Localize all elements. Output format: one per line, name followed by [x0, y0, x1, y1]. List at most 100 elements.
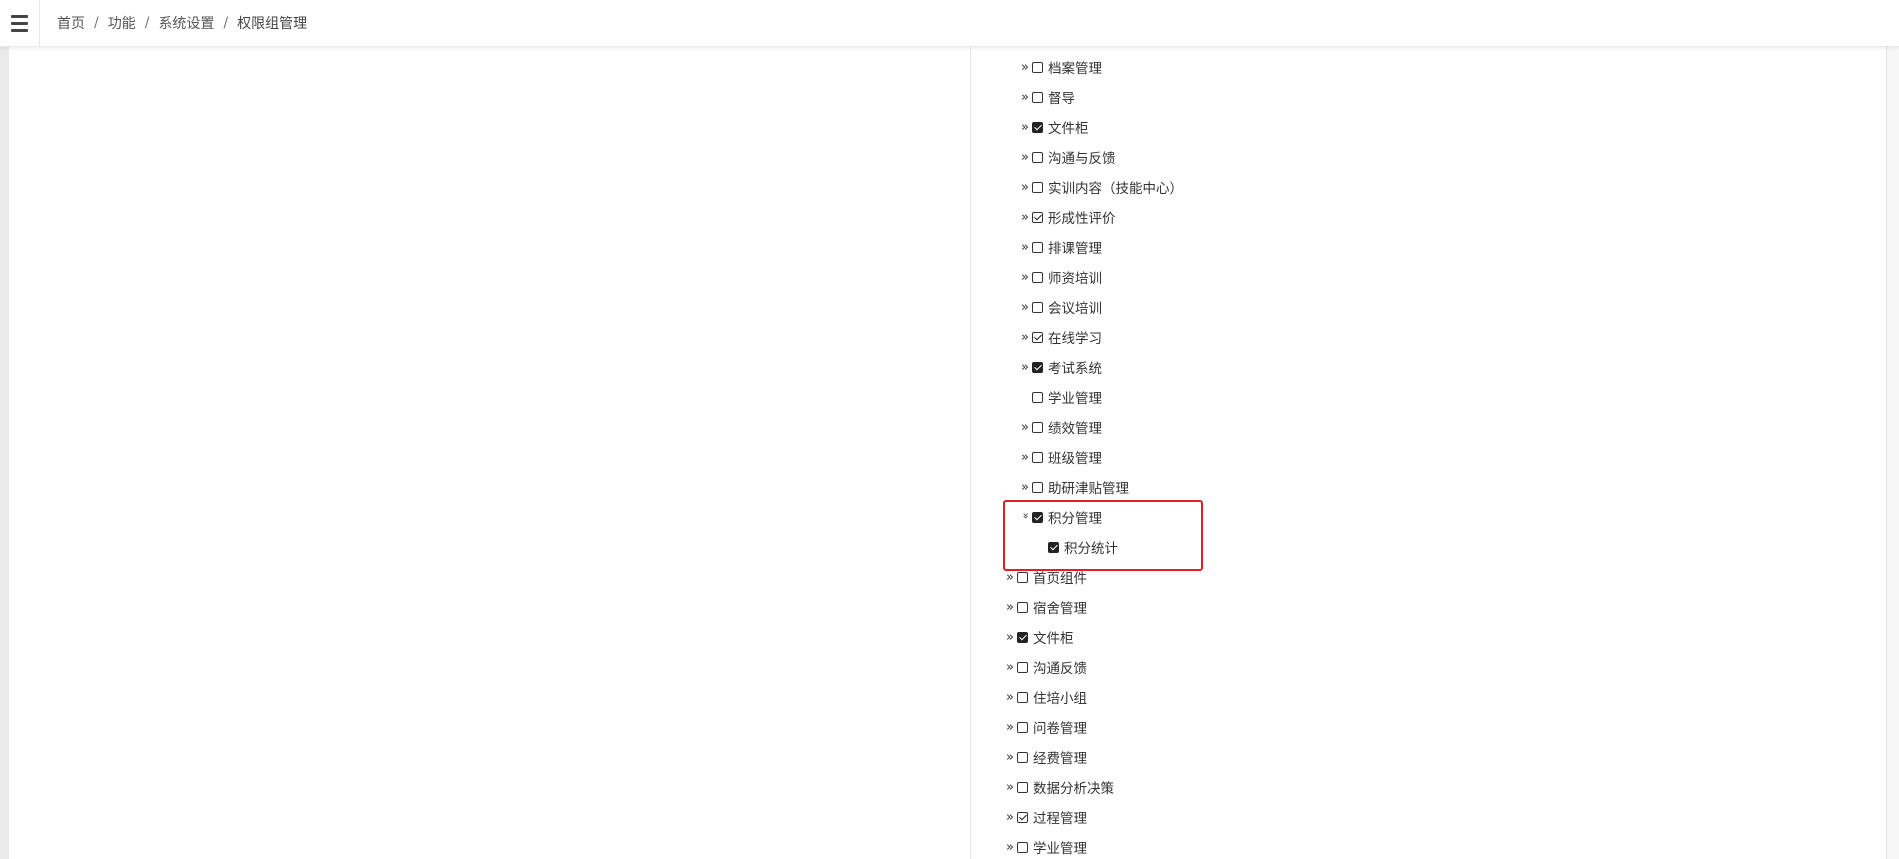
double-chevron-right-icon[interactable]: »	[1006, 841, 1016, 854]
tree-node-label[interactable]: 会议培训	[1048, 297, 1102, 317]
tree-node-label[interactable]: 宿舍管理	[1033, 597, 1087, 617]
tree-node-label[interactable]: 经费管理	[1033, 747, 1087, 767]
tree-node-checkbox[interactable]	[1017, 601, 1028, 613]
tree-node-checkbox[interactable]	[1032, 511, 1043, 523]
tree-node-label[interactable]: 在线学习	[1048, 327, 1102, 347]
tree-node-label[interactable]: 学业管理	[1033, 837, 1087, 857]
tree-node-checkbox[interactable]	[1017, 721, 1028, 733]
tree-node-checkbox[interactable]	[1032, 271, 1043, 283]
tree-node[interactable]: 学业管理	[1021, 386, 1102, 408]
tree-node-checkbox[interactable]	[1032, 241, 1043, 253]
tree-node-checkbox[interactable]	[1017, 751, 1028, 763]
double-chevron-right-icon[interactable]: »	[1021, 331, 1031, 344]
breadcrumb-function[interactable]: 功能	[108, 13, 136, 33]
tree-node-label[interactable]: 问卷管理	[1033, 717, 1087, 737]
tree-node[interactable]: » 形成性评价	[1021, 206, 1116, 228]
tree-node-label[interactable]: 绩效管理	[1048, 417, 1102, 437]
tree-node[interactable]: » 过程管理	[1006, 806, 1087, 828]
breadcrumb-home[interactable]: 首页	[57, 13, 85, 33]
tree-node-label[interactable]: 数据分析决策	[1033, 777, 1114, 797]
tree-node[interactable]: » 督导	[1021, 86, 1075, 108]
tree-node-label[interactable]: 文件柜	[1048, 117, 1089, 137]
tree-node-checkbox[interactable]	[1032, 151, 1043, 163]
tree-node-label[interactable]: 助研津贴管理	[1048, 477, 1129, 497]
double-chevron-right-icon[interactable]: »	[1021, 421, 1031, 434]
tree-node-checkbox[interactable]	[1017, 571, 1028, 583]
tree-node-label[interactable]: 班级管理	[1048, 447, 1102, 467]
tree-node-checkbox[interactable]	[1032, 451, 1043, 463]
tree-node-checkbox[interactable]	[1032, 421, 1043, 433]
tree-node-label[interactable]: 住培小组	[1033, 687, 1087, 707]
tree-node-checkbox[interactable]	[1032, 181, 1043, 193]
tree-node[interactable]: » 绩效管理	[1021, 416, 1102, 438]
tree-node[interactable]: » 考试系统	[1021, 356, 1102, 378]
tree-node-checkbox[interactable]	[1032, 211, 1043, 223]
double-chevron-right-icon[interactable]: »	[1006, 631, 1016, 644]
tree-node-label[interactable]: 形成性评价	[1048, 207, 1116, 227]
double-chevron-right-icon[interactable]: »	[1021, 181, 1031, 194]
menu-toggle-button[interactable]	[0, 0, 40, 46]
double-chevron-right-icon[interactable]: »	[1006, 571, 1016, 584]
tree-node-label[interactable]: 首页组件	[1033, 567, 1087, 587]
tree-node-label[interactable]: 档案管理	[1048, 57, 1102, 77]
tree-node[interactable]: » 经费管理	[1006, 746, 1087, 768]
tree-node-label[interactable]: 学业管理	[1048, 387, 1102, 407]
tree-node-label[interactable]: 考试系统	[1048, 357, 1102, 377]
tree-node-checkbox[interactable]	[1017, 841, 1028, 853]
tree-node-checkbox[interactable]	[1048, 541, 1059, 553]
tree-node-checkbox[interactable]	[1032, 391, 1043, 403]
tree-node[interactable]: » 排课管理	[1021, 236, 1102, 258]
double-chevron-right-icon[interactable]: »	[1021, 211, 1031, 224]
tree-node-checkbox[interactable]	[1032, 61, 1043, 73]
tree-node[interactable]: » 问卷管理	[1006, 716, 1087, 738]
tree-node[interactable]: » 学业管理	[1006, 836, 1087, 858]
tree-node[interactable]: » 积分管理	[1020, 506, 1103, 528]
tree-node[interactable]: » 助研津贴管理	[1021, 476, 1129, 498]
tree-node-checkbox[interactable]	[1032, 481, 1043, 493]
tree-node-label[interactable]: 积分管理	[1048, 507, 1102, 527]
tree-node-checkbox[interactable]	[1032, 361, 1043, 373]
double-chevron-right-icon[interactable]: »	[1021, 241, 1031, 254]
double-chevron-right-icon[interactable]: »	[1021, 61, 1031, 74]
tree-node[interactable]: » 档案管理	[1021, 56, 1102, 78]
tree-node-label[interactable]: 督导	[1048, 87, 1075, 107]
double-chevron-right-icon[interactable]: »	[1021, 301, 1031, 314]
tree-node[interactable]: » 实训内容（技能中心）	[1021, 176, 1183, 198]
tree-node[interactable]: » 班级管理	[1021, 446, 1102, 468]
tree-node[interactable]: » 文件柜	[1006, 626, 1074, 648]
double-chevron-right-icon[interactable]: »	[1021, 91, 1031, 104]
tree-node-label[interactable]: 实训内容（技能中心）	[1048, 177, 1183, 197]
tree-node[interactable]: » 宿舍管理	[1006, 596, 1087, 618]
tree-node-label[interactable]: 沟通与反馈	[1048, 147, 1116, 167]
tree-node-checkbox[interactable]	[1017, 691, 1028, 703]
double-chevron-right-icon[interactable]: »	[1006, 721, 1016, 734]
double-chevron-down-icon[interactable]: »	[1020, 512, 1033, 522]
tree-node-label[interactable]: 沟通反馈	[1033, 657, 1087, 677]
double-chevron-right-icon[interactable]: »	[1021, 121, 1031, 134]
tree-node-checkbox[interactable]	[1017, 661, 1028, 673]
tree-node-checkbox[interactable]	[1032, 91, 1043, 103]
double-chevron-right-icon[interactable]: »	[1006, 751, 1016, 764]
tree-node-checkbox[interactable]	[1017, 631, 1028, 643]
double-chevron-right-icon[interactable]: »	[1006, 781, 1016, 794]
tree-node[interactable]: » 沟通与反馈	[1021, 146, 1116, 168]
tree-node[interactable]: » 在线学习	[1021, 326, 1102, 348]
double-chevron-right-icon[interactable]: »	[1021, 451, 1031, 464]
tree-node[interactable]: » 文件柜	[1021, 116, 1089, 138]
double-chevron-right-icon[interactable]: »	[1006, 661, 1016, 674]
tree-node-checkbox[interactable]	[1017, 811, 1028, 823]
double-chevron-right-icon[interactable]: »	[1006, 601, 1016, 614]
tree-node-label[interactable]: 排课管理	[1048, 237, 1102, 257]
tree-node-label[interactable]: 文件柜	[1033, 627, 1074, 647]
tree-node[interactable]: » 首页组件	[1006, 566, 1087, 588]
tree-node-label[interactable]: 积分统计	[1064, 537, 1118, 557]
tree-node[interactable]: 积分统计	[1037, 536, 1118, 558]
double-chevron-right-icon[interactable]: »	[1021, 151, 1031, 164]
tree-node-checkbox[interactable]	[1032, 121, 1043, 133]
tree-node[interactable]: » 数据分析决策	[1006, 776, 1114, 798]
tree-node[interactable]: » 师资培训	[1021, 266, 1102, 288]
tree-node-label[interactable]: 过程管理	[1033, 807, 1087, 827]
vertical-scrollbar[interactable]	[1886, 46, 1899, 859]
double-chevron-right-icon[interactable]: »	[1021, 361, 1031, 374]
tree-node-checkbox[interactable]	[1032, 301, 1043, 313]
